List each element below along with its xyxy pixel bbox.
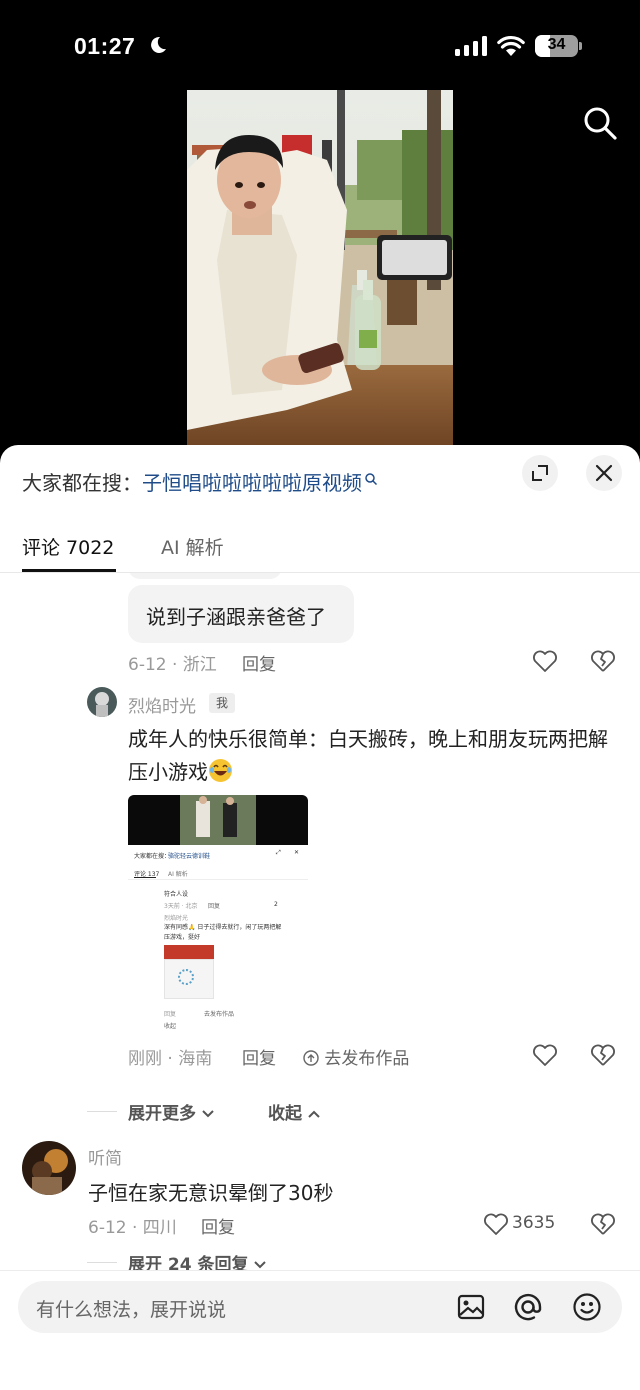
comment-text: 子恒在家无意识晕倒了30秒 [88,1181,334,1205]
battery-level: 34 [547,36,566,53]
comment-username[interactable]: 烈焰时光 [128,692,196,717]
comment-text: 说到子涵跟亲爸爸了 [146,605,326,629]
comment-input-bar: 有什么想法，展开说说 [0,1270,640,1390]
comment-text-content: 成年人的快乐很简单：白天搬砖，晚上和朋友玩两把解压小游戏 [128,727,608,784]
expand-more-label: 展开更多 [128,1104,196,1124]
thumbnail-screenshot: 大家都在搜： 骆驼轻云德训鞋 ⤢ ✕ 评论 137 AI 解析 符合人设 3天前… [128,845,308,1033]
video-frame [187,90,453,446]
search-icon[interactable] [582,105,618,141]
laughing-emoji-icon [209,759,232,782]
signal-icon [455,36,487,56]
reply-button[interactable]: 回复 [201,1213,235,1238]
hot-search-keyword[interactable]: 子恒唱啦啦啦啦啦原视频 [142,471,362,495]
thumb-footer-reply: 回复 [164,1011,177,1018]
expand-divider [87,1262,117,1263]
thumb-user2: 烈焰时光 [164,915,189,922]
expand-more-button[interactable]: 展开更多 [128,1099,214,1124]
thumb-hot-keyword: 骆驼轻云德训鞋 [168,853,211,860]
upload-icon [303,1050,319,1066]
expand-divider [87,1111,117,1112]
broken-heart-icon[interactable] [590,1043,616,1067]
heart-icon[interactable] [532,1043,558,1067]
reply-button[interactable]: 回复 [242,1044,276,1069]
status-bar: 01:27 34 [0,0,640,90]
comment-bubble[interactable]: 说到子涵跟亲爸爸了 [128,585,354,643]
collapse-label: 收起 [268,1104,302,1124]
publish-work-label: 去发布作品 [324,1049,410,1069]
me-badge: 我 [209,693,235,713]
video-player[interactable] [187,90,453,446]
like-count: 3635 [512,1213,556,1233]
tab-ai-analysis[interactable]: AI 解析 [161,533,224,560]
emoji-icon[interactable] [572,1292,602,1322]
thumb-meta1: 3天前 · 北京 [164,903,198,910]
thumb-text2: 深有同感🙏 日子过得去就行，闲了玩两把解压游戏，挺好 [164,924,282,941]
previous-bubble [128,573,282,579]
thumb-reply1: 回复 [208,903,221,910]
moon-icon [151,36,166,53]
expand-icon [532,465,548,481]
thumbnail-video [128,795,308,845]
comment-meta: 6-12 · 浙江 [128,655,217,675]
thumb-tab2: AI 解析 [168,871,188,878]
comment-list: 说到子涵跟亲爸爸了 6-12 · 浙江 回复 烈焰时光 我 成年人的快乐很简单：… [0,573,640,1270]
chevron-up-icon [308,1110,320,1118]
avatar[interactable] [87,687,117,717]
thumb-count1: 2 [274,901,278,908]
comments-sheet: 大家都在搜：子恒唱啦啦啦啦啦原视频 评论 7022 AI 解析 说到子涵跟亲爸爸… [0,445,640,1390]
heart-icon[interactable] [532,649,558,673]
heart-icon[interactable] [483,1212,509,1236]
broken-heart-icon[interactable] [590,1212,616,1236]
broken-heart-icon[interactable] [590,649,616,673]
battery-indicator: 34 [535,35,583,57]
avatar[interactable] [22,1141,76,1195]
thumb-close-icon: ✕ [294,849,300,856]
comment-meta: 6-12 · 四川 [88,1218,177,1238]
thumb-expand-icon: ⤢ [276,849,281,856]
hot-search-bar[interactable]: 大家都在搜：子恒唱啦啦啦啦啦原视频 [22,467,378,496]
expand-replies-label: 展开 24 条回复 [128,1255,249,1270]
collapse-button[interactable]: 收起 [268,1099,320,1124]
close-button[interactable] [586,455,622,491]
image-icon[interactable] [456,1292,486,1322]
chevron-down-icon [254,1261,267,1269]
wifi-icon [497,35,525,56]
search-icon [365,473,378,486]
comment-meta: 刚刚 · 海南 [128,1049,213,1069]
at-icon[interactable] [513,1292,543,1322]
comment-image[interactable]: 大家都在搜： 骆驼轻云德训鞋 ⤢ ✕ 评论 137 AI 解析 符合人设 3天前… [128,795,308,1033]
status-time: 01:27 [74,33,136,59]
publish-work-button[interactable]: 去发布作品 [303,1044,409,1069]
thumb-publish: 去发布作品 [204,1011,235,1018]
expand-replies-button[interactable]: 展开 24 条回复 [128,1250,267,1270]
tab-comments[interactable]: 评论 7022 [22,533,114,560]
chevron-down-icon [202,1110,214,1118]
close-icon [595,464,613,482]
thumb-hot-search: 大家都在搜： [134,853,171,860]
hot-search-prefix: 大家都在搜： [22,471,142,495]
expand-button[interactable] [522,455,558,491]
thumb-collapse: 收起 [164,1023,177,1030]
comment-text: 成年人的快乐很简单：白天搬砖，晚上和朋友玩两把解压小游戏 [128,723,608,789]
thumb-comment1: 符合人设 [164,891,189,898]
comment-username[interactable]: 听简 [88,1144,122,1169]
comment-input-placeholder: 有什么想法，展开说说 [36,1299,227,1321]
reply-button[interactable]: 回复 [242,650,276,675]
comment-input[interactable]: 有什么想法，展开说说 [18,1281,622,1333]
